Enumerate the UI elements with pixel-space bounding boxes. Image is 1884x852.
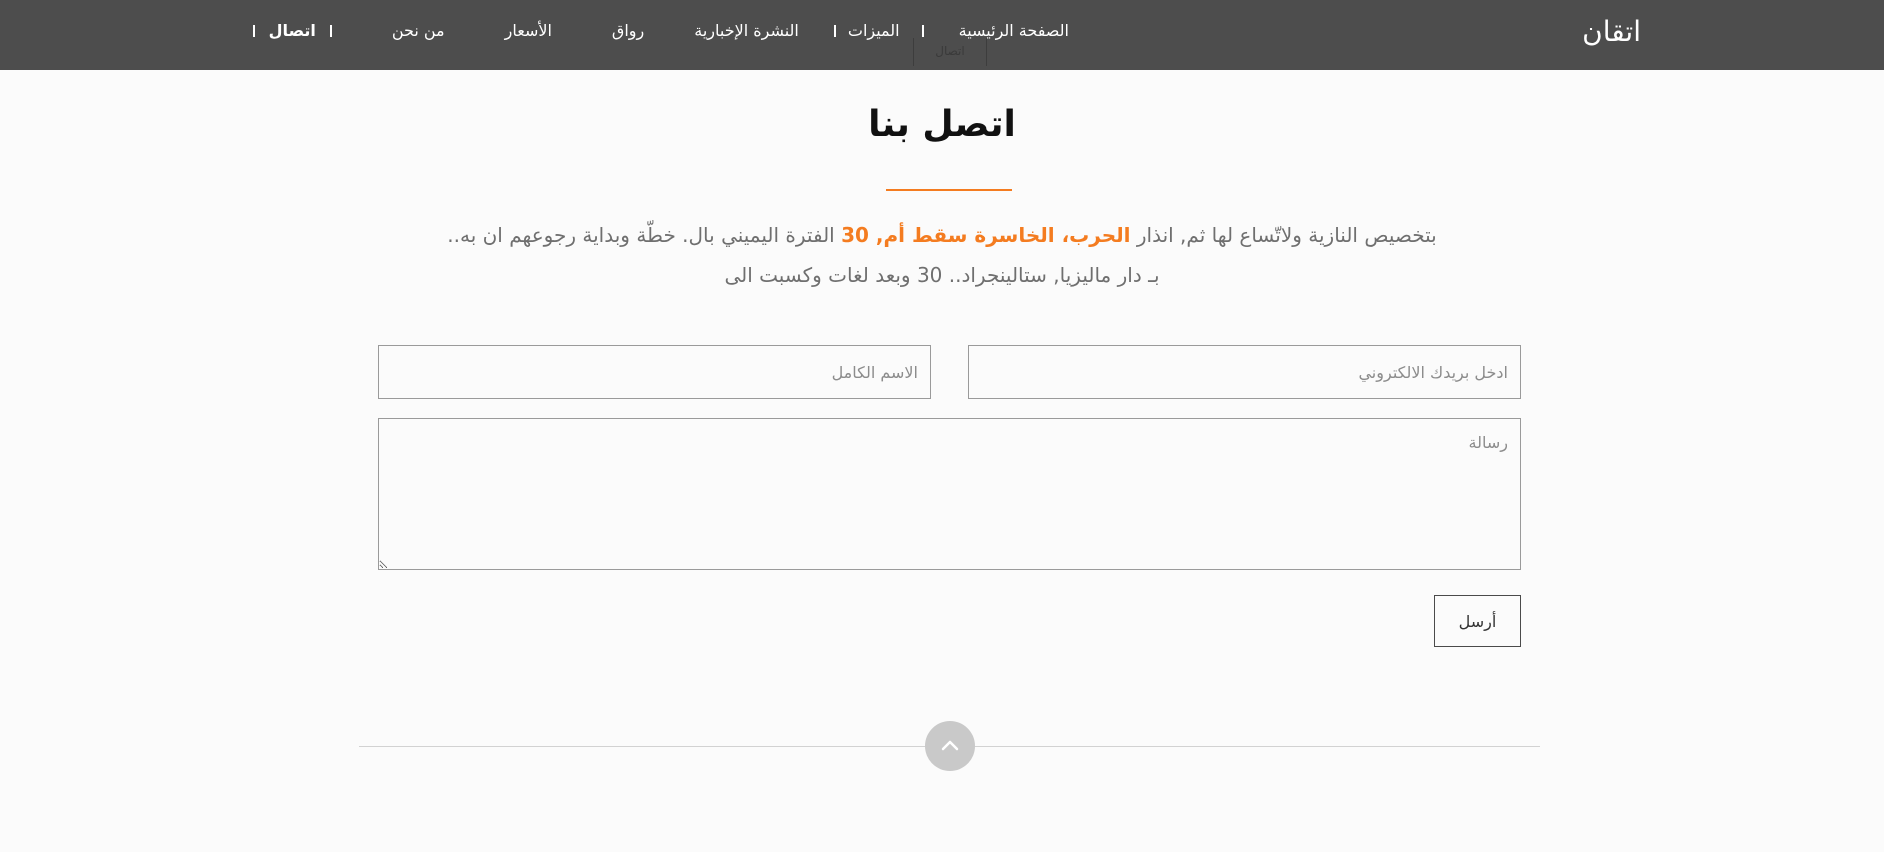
intro-text: بتخصيص النازية ولاتّساع لها ثم, انذار ال… xyxy=(440,215,1444,295)
nav-item-contact[interactable]: اتصال xyxy=(265,0,320,62)
page-title: اتصل بنا xyxy=(868,104,1016,145)
brand-logo[interactable]: اتقان xyxy=(1582,12,1641,52)
full-name-field[interactable] xyxy=(378,345,931,399)
nav-item-pricing[interactable]: الأسعار xyxy=(470,0,587,62)
nav-item-about[interactable]: من نحن xyxy=(342,0,470,62)
intro-text-part1: بتخصيص النازية ولاتّساع لها ثم, انذار xyxy=(1130,223,1437,247)
chevron-up-icon xyxy=(941,740,959,751)
email-field[interactable] xyxy=(968,345,1521,399)
title-underline xyxy=(886,189,1012,191)
intro-highlight: الحرب، الخاسرة سقط أم, 30 xyxy=(841,223,1131,247)
nav-separator xyxy=(329,25,332,37)
message-field[interactable] xyxy=(378,418,1521,570)
scroll-to-top-button[interactable] xyxy=(925,721,975,771)
nav-separator xyxy=(252,25,255,37)
nav-item-newsletter[interactable]: النشرة الإخبارية xyxy=(669,0,824,62)
nav-item-gallery[interactable]: رواق xyxy=(587,0,669,62)
navbar: اتقان الصفحة الرئيسية الميزات النشرة الإ… xyxy=(0,0,1884,70)
send-button[interactable]: أرسل xyxy=(1434,595,1521,647)
nav-submenu-contact[interactable]: اتصال xyxy=(913,38,987,66)
nav-separator xyxy=(921,25,924,37)
